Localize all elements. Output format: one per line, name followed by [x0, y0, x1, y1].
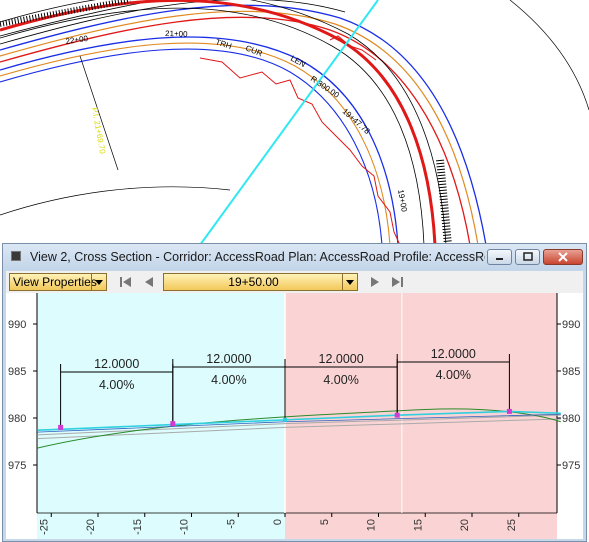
- view-properties-arrow[interactable]: [91, 274, 106, 290]
- x-tick-label: 5: [319, 519, 331, 525]
- plan-pi-label: P.I. 21+69.70: [90, 107, 107, 155]
- y-tick-label-left: 980: [8, 413, 26, 425]
- y-tick-label-right: 975: [562, 460, 580, 472]
- lane-width-label: 12.0000: [94, 357, 139, 371]
- x-tick-label: 25: [506, 519, 518, 531]
- next-icon: [371, 277, 379, 287]
- y-tick-label-left: 975: [8, 460, 26, 472]
- first-icon: [120, 277, 131, 287]
- y-tick-label-left: 990: [8, 319, 26, 331]
- maximize-button[interactable]: [515, 249, 540, 265]
- cross-section-point[interactable]: [506, 408, 512, 414]
- cross-section-window: View 2, Cross Section - Corridor: Access…: [2, 243, 587, 542]
- lane-width-label: 12.0000: [206, 352, 251, 366]
- cross-section-point[interactable]: [394, 412, 400, 418]
- chevron-down-icon: [95, 280, 103, 285]
- x-tick-label: 20: [459, 519, 471, 531]
- x-tick-label: 10: [366, 519, 378, 531]
- y-tick-label-right: 980: [562, 413, 580, 425]
- plan-station-label: 21+00: [165, 29, 188, 39]
- previous-station-button[interactable]: [140, 273, 158, 291]
- x-tick-label: 0: [272, 519, 284, 525]
- x-tick-label: 15: [412, 519, 424, 531]
- left-shaded-region: [37, 293, 285, 539]
- y-tick-label-left: 985: [8, 366, 26, 378]
- window-icon: [11, 251, 21, 261]
- cross-section-point[interactable]: [170, 421, 176, 427]
- close-button[interactable]: [543, 249, 583, 265]
- last-icon: [392, 277, 403, 287]
- centerline-point[interactable]: [283, 417, 287, 422]
- window-titlebar[interactable]: View 2, Cross Section - Corridor: Access…: [3, 244, 586, 270]
- prev-icon: [145, 277, 153, 287]
- station-dropdown-arrow[interactable]: [342, 274, 357, 290]
- lane-slope-label: 4.00%: [99, 378, 134, 392]
- chevron-down-icon: [346, 280, 354, 285]
- right-shaded-region: [285, 293, 557, 539]
- x-tick-label: -20: [85, 519, 97, 535]
- x-tick-label: -10: [179, 519, 191, 535]
- station-dropdown[interactable]: 19+50.00: [163, 273, 358, 291]
- lane-width-label: 12.0000: [431, 347, 476, 361]
- station-value: 19+50.00: [228, 275, 279, 289]
- plan-view: 22+00 21+00 TRH CUR LEN R 300.00 19+47.7…: [0, 0, 589, 245]
- y-tick-label-right: 990: [562, 319, 580, 331]
- cross-section-point[interactable]: [58, 424, 64, 430]
- view-properties-label: View Properties: [13, 275, 97, 289]
- y-tick-label-right: 985: [562, 366, 580, 378]
- last-station-button[interactable]: [389, 273, 407, 291]
- x-tick-label: -25: [38, 519, 50, 535]
- view-properties-dropdown[interactable]: View Properties: [9, 273, 107, 291]
- lane-slope-label: 4.00%: [436, 368, 471, 382]
- window-title: View 2, Cross Section - Corridor: Access…: [30, 250, 485, 264]
- cross-section-plot[interactable]: 990 990 985 985 980 980 975 975 -25 -20 -15 -10 -5 0…: [6, 293, 583, 539]
- maximize-icon: [523, 252, 533, 261]
- next-station-button[interactable]: [366, 273, 384, 291]
- first-station-button[interactable]: [116, 273, 134, 291]
- x-tick-label: -15: [132, 519, 144, 535]
- minimize-button[interactable]: [487, 249, 512, 265]
- cross-section-toolbar: View Properties 19+50.00: [6, 271, 583, 293]
- plan-station-label: 19+00: [396, 189, 409, 213]
- lane-slope-label: 4.00%: [211, 373, 246, 387]
- plan-rotated-label: LEN: [289, 54, 307, 69]
- x-tick-label: -5: [225, 519, 237, 529]
- plan-station-label: 22+00: [65, 34, 89, 46]
- minimize-icon: [496, 258, 503, 260]
- lane-slope-label: 4.00%: [323, 373, 358, 387]
- close-icon: [558, 252, 568, 262]
- lane-width-label: 12.0000: [319, 352, 364, 366]
